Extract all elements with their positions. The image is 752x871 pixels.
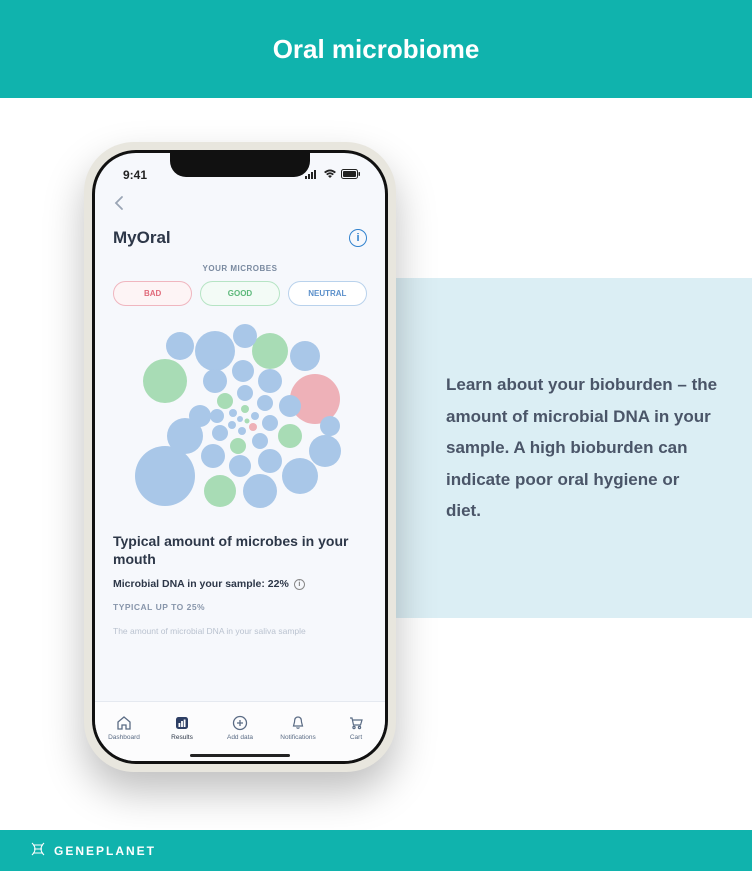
tab-results[interactable]: Results — [153, 702, 211, 753]
bell-icon — [290, 715, 307, 732]
pill-bad[interactable]: BAD — [113, 281, 192, 306]
brand-logo: GENEPLANET — [30, 842, 156, 859]
footer-bar: GENEPLANET — [0, 830, 752, 871]
top-banner: Oral microbiome — [0, 0, 752, 98]
screen-content: MyOral i YOUR MICROBES BAD GOOD NEUTRAL — [95, 187, 385, 701]
tab-results-label: Results — [171, 734, 193, 741]
phone-screen: 9:41 — [95, 153, 385, 761]
status-time: 9:41 — [123, 168, 147, 182]
cart-icon — [348, 715, 365, 732]
tab-notifications[interactable]: Notifications — [269, 702, 327, 753]
home-icon — [116, 715, 133, 732]
app-title: MyOral — [113, 228, 171, 248]
tab-adddata[interactable]: Add data — [211, 702, 269, 753]
pill-neutral[interactable]: NEUTRAL — [288, 281, 367, 306]
microbe-filter-pills: BAD GOOD NEUTRAL — [113, 281, 367, 306]
dna-percentage-text: Microbial DNA in your sample: 22% — [113, 578, 289, 590]
side-info-panel: Learn about your bioburden – the amount … — [382, 278, 752, 618]
dna-percentage-line: Microbial DNA in your sample: 22% i — [113, 578, 367, 590]
home-indicator — [190, 754, 290, 758]
tab-cart-label: Cart — [350, 734, 362, 741]
cutoff-description: The amount of microbial DNA in your sali… — [113, 626, 367, 636]
tab-adddata-label: Add data — [227, 734, 253, 741]
battery-icon — [341, 168, 361, 182]
wifi-icon — [323, 168, 337, 182]
result-title: Typical amount of microbes in your mouth — [113, 532, 367, 568]
typical-threshold-line: TYPICAL UP TO 25% — [113, 602, 367, 612]
tab-notifications-label: Notifications — [280, 734, 315, 741]
app-header: MyOral i — [113, 228, 367, 248]
banner-title: Oral microbiome — [273, 34, 480, 65]
chart-icon — [174, 715, 191, 732]
phone-frame: 9:41 — [84, 142, 396, 772]
tab-cart[interactable]: Cart — [327, 702, 385, 753]
main-area: Learn about your bioburden – the amount … — [0, 98, 752, 830]
microbes-section-label: YOUR MICROBES — [113, 264, 367, 273]
back-button[interactable] — [113, 195, 367, 216]
status-right — [305, 168, 361, 182]
dna-icon — [30, 842, 46, 859]
microbiome-bubble-chart — [113, 316, 367, 526]
phone-notch — [170, 153, 310, 177]
bottom-tab-bar: Dashboard Results Add data — [95, 701, 385, 761]
pill-good[interactable]: GOOD — [200, 281, 279, 306]
side-info-text: Learn about your bioburden – the amount … — [446, 369, 718, 526]
brand-name: GENEPLANET — [54, 844, 156, 858]
plus-circle-icon — [232, 715, 249, 732]
info-icon[interactable]: i — [349, 229, 367, 247]
tab-dashboard-label: Dashboard — [108, 734, 140, 741]
info-mini-icon[interactable]: i — [294, 579, 305, 590]
tab-dashboard[interactable]: Dashboard — [95, 702, 153, 753]
phone-bezel: 9:41 — [92, 150, 388, 764]
